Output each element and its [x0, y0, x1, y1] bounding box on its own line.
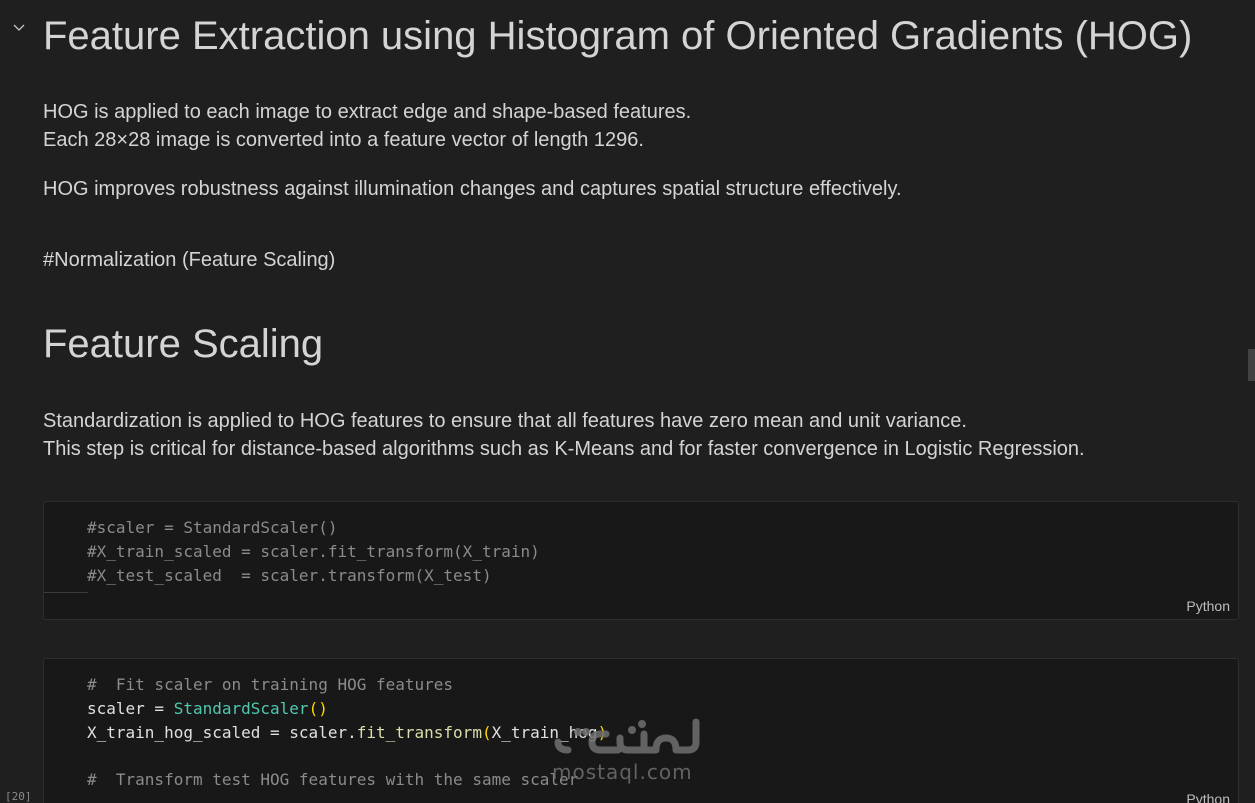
code-cell[interactable]: #scaler = StandardScaler() #X_train_scal… — [43, 501, 1239, 620]
code-token-class: StandardScaler — [173, 699, 309, 718]
cell-language-label[interactable]: Python — [1186, 598, 1230, 614]
markdown-paragraph: This step is critical for distance-based… — [43, 438, 1085, 460]
code-token: X_train_hog_scaled = scaler. — [87, 723, 357, 742]
chevron-down-icon[interactable] — [11, 19, 27, 35]
code-line[interactable]: #X_train_scaled = scaler.fit_transform(X… — [87, 540, 540, 564]
markdown-heading-feature-scaling: Feature Scaling — [43, 322, 324, 366]
code-line[interactable]: #X_test_scaled = scaler.transform(X_test… — [87, 564, 492, 588]
code-line[interactable]: #scaler = StandardScaler() — [87, 516, 337, 540]
code-token: X_train_hog — [491, 723, 598, 742]
markdown-paragraph: #Normalization (Feature Scaling) — [43, 249, 336, 271]
code-token-function: fit_transform — [356, 723, 482, 742]
code-line[interactable]: # Transform test HOG features with the s… — [87, 768, 578, 792]
editor-cursor-underline — [44, 592, 88, 593]
markdown-paragraph: Standardization is applied to HOG featur… — [43, 410, 967, 432]
code-cell[interactable]: # Fit scaler on training HOG features sc… — [43, 658, 1239, 803]
code-line[interactable]: scaler = StandardScaler() — [87, 697, 328, 721]
code-token: scaler = — [87, 699, 174, 718]
code-line[interactable]: # Fit scaler on training HOG features — [87, 673, 453, 697]
scrollbar-thumb[interactable] — [1248, 349, 1255, 381]
code-token-paren: ( — [481, 723, 492, 742]
notebook-editor: Feature Extraction using Histogram of Or… — [0, 0, 1255, 803]
markdown-paragraph: HOG is applied to each image to extract … — [43, 101, 692, 123]
code-token-paren: () — [308, 699, 328, 718]
markdown-paragraph: Each 28×28 image is converted into a fea… — [43, 129, 644, 151]
code-token-paren: ) — [597, 723, 608, 742]
execution-count: [20] — [5, 790, 32, 803]
markdown-paragraph: HOG improves robustness against illumina… — [43, 178, 902, 200]
code-line[interactable]: X_train_hog_scaled = scaler.fit_transfor… — [87, 721, 607, 745]
markdown-heading-title: Feature Extraction using Histogram of Or… — [43, 14, 1193, 58]
cell-language-label[interactable]: Python — [1186, 791, 1230, 803]
